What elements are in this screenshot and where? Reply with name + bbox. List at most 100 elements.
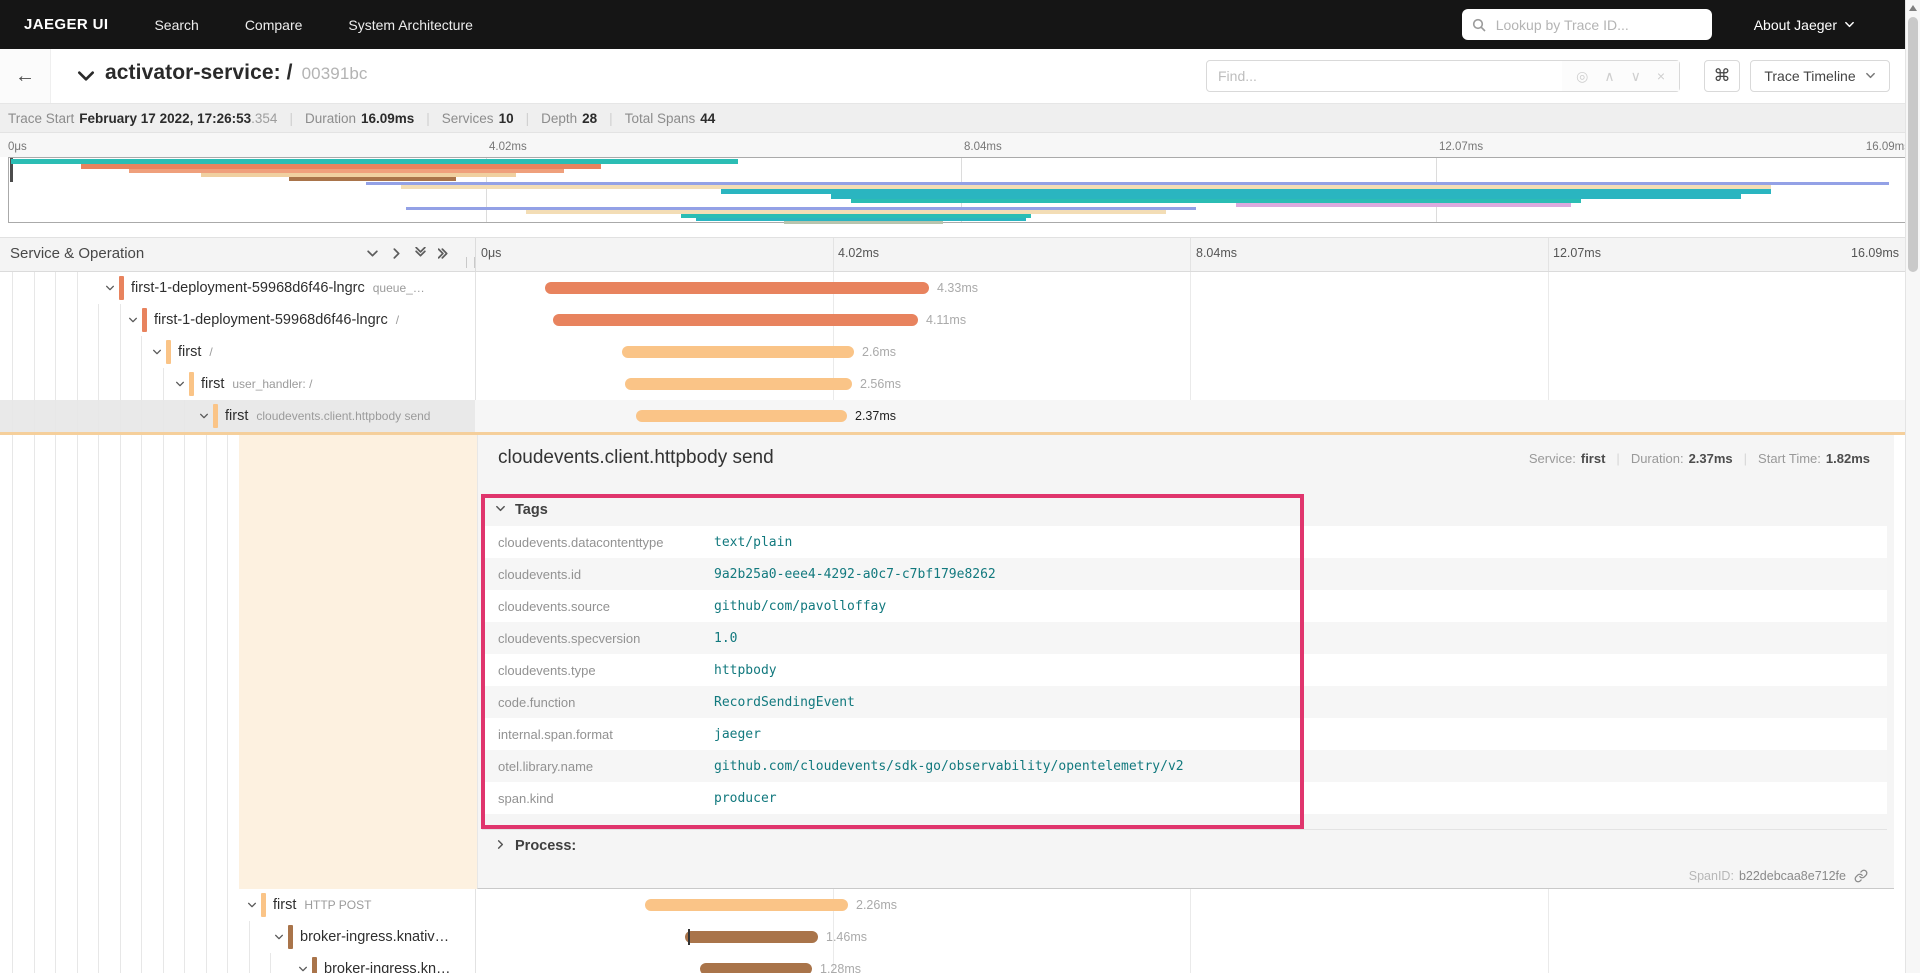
service-name: first (225, 408, 249, 424)
about-jaeger-menu[interactable]: About Jaeger (1754, 17, 1855, 33)
nav-item-search[interactable]: Search (154, 17, 198, 33)
span-duration-label: 2.6ms (862, 345, 897, 359)
chevron-down-icon[interactable] (274, 932, 284, 942)
prev-match-icon[interactable]: ∧ (1604, 68, 1614, 85)
trace-minimap[interactable] (8, 157, 1911, 224)
service-name: broker-ingress.kn… (324, 961, 451, 973)
scrollbar-thumb[interactable] (1908, 17, 1918, 272)
indent-guide (184, 435, 185, 889)
tag-row[interactable]: cloudevents.type httpbody (482, 654, 1887, 686)
span-duration-label: 1.46ms (826, 930, 867, 944)
chevron-down-icon[interactable] (105, 283, 115, 293)
tag-row[interactable]: cloudevents.id 9a2b25a0-eee4-4292-a0c7-c7… (482, 558, 1887, 590)
detail-meta-item: Duration: 2.37ms (1630, 451, 1733, 466)
tag-row[interactable]: code.function RecordSendingEvent (482, 686, 1887, 718)
process-section-header[interactable]: Process: (482, 829, 1887, 861)
scroll-to-match-icon[interactable]: ◎ (1576, 68, 1588, 85)
service-name: first (178, 344, 202, 360)
collapse-all-icon[interactable] (414, 247, 427, 260)
chevron-down-icon (1865, 68, 1876, 84)
tag-row[interactable]: internal.span.format jaeger (482, 718, 1887, 750)
chevron-down-icon[interactable] (298, 964, 308, 973)
span-bar[interactable] (545, 282, 929, 294)
timeline-gridline (1548, 238, 1549, 271)
trace-collapse-chevron-down-icon[interactable] (76, 66, 96, 91)
find-controls: ◎ ∧ ∨ × (1562, 61, 1679, 91)
trace-id-search-box[interactable] (1461, 9, 1712, 40)
detail-meta-item: Start Time: 1.82ms (1758, 451, 1870, 466)
service-color-indicator (119, 276, 124, 300)
next-match-icon[interactable]: ∨ (1631, 68, 1641, 85)
trace-id-search-input[interactable] (1493, 15, 1702, 34)
tag-value: 1.0 (714, 630, 738, 646)
nav-item-system-architecture[interactable]: System Architecture (348, 17, 473, 33)
span-bar[interactable] (553, 314, 918, 326)
tag-row[interactable]: span.kind producer (482, 782, 1887, 814)
detail-left-gutter (0, 435, 477, 889)
back-button[interactable]: ← (0, 49, 51, 103)
indent-guide (205, 435, 207, 889)
service-operation-header: Service & Operation (10, 245, 145, 262)
operation-name: queue_… (372, 281, 425, 295)
span-bar[interactable] (700, 963, 812, 973)
chevron-down-icon[interactable] (247, 900, 257, 910)
trace-summary-bar: Trace Start February 17 2022, 17:26:53.35… (0, 104, 1905, 133)
chevron-down-icon[interactable] (199, 411, 209, 421)
trace-header: ← activator-service: /00391bc ◎ ∧ ∨ × ⌘ … (0, 49, 1905, 104)
timeline-tick-label: 12.07ms (1553, 246, 1601, 260)
service-color-indicator (288, 925, 293, 949)
expand-all-icon[interactable] (438, 247, 451, 260)
span-row[interactable]: first / 2.6ms (0, 336, 1905, 368)
span-row[interactable]: first user_handler: / 2.56ms (0, 368, 1905, 400)
summary-item: Duration 16.09ms (304, 110, 415, 126)
chevron-down-icon[interactable] (152, 347, 162, 357)
span-row[interactable]: broker-ingress.knativ… 1.46ms (0, 921, 1905, 953)
link-icon[interactable] (1854, 869, 1868, 883)
indent-guide (119, 435, 121, 889)
tag-row[interactable]: otel.library.name github.com/cloudevents/… (482, 750, 1887, 782)
span-bar[interactable] (636, 410, 847, 422)
operation-name: / (209, 345, 213, 359)
span-detail-region: cloudevents.client.httpbody send Service… (0, 435, 1920, 889)
span-bar[interactable] (625, 378, 852, 390)
tag-row[interactable]: cloudevents.specversion 1.0 (482, 622, 1887, 654)
tag-value: text/plain (714, 534, 793, 550)
tag-value: github.com/cloudevents/sdk-go/observabil… (714, 758, 1184, 774)
find-input[interactable] (1207, 61, 1563, 91)
service-color-indicator (261, 893, 266, 917)
tag-key: cloudevents.source (498, 598, 611, 614)
column-divider[interactable] (475, 238, 476, 271)
span-bar[interactable] (645, 899, 848, 911)
span-duration-label: 4.11ms (926, 313, 967, 327)
tag-row[interactable]: cloudevents.datacontenttype text/plain (482, 526, 1887, 558)
expand-one-icon[interactable] (390, 247, 403, 260)
span-bar[interactable] (622, 346, 854, 358)
tag-key: code.function (498, 694, 576, 710)
collapse-one-icon[interactable] (366, 247, 379, 260)
span-detail-meta: Service: first | Duration: 2.37ms | Start Time… (1529, 451, 1870, 466)
app-logo[interactable]: JAEGER UI (24, 16, 108, 33)
span-row[interactable]: broker-ingress.kn… 1.28ms (0, 953, 1905, 973)
span-row[interactable]: first-1-deployment-59968d6f46-lngrc queue… (0, 272, 1905, 304)
chevron-down-icon[interactable] (128, 315, 138, 325)
tags-section-header[interactable]: Tags (482, 494, 1887, 526)
span-row[interactable]: first HTTP POST 2.26ms (0, 889, 1905, 921)
clear-find-icon[interactable]: × (1657, 68, 1665, 84)
span-row[interactable]: first cloudevents.client.httpbody send 2.3… (0, 400, 1905, 432)
span-row[interactable]: first-1-deployment-59968d6f46-lngrc / 4.11… (0, 304, 1905, 336)
timeline-gridline (1190, 238, 1191, 271)
column-resize-grip[interactable] (466, 257, 475, 268)
tag-key: otel.library.name (498, 758, 594, 774)
detail-meta-item: Service: first (1528, 451, 1606, 466)
trace-view-select[interactable]: Trace Timeline (1750, 60, 1890, 92)
span-bar[interactable] (685, 931, 818, 943)
chevron-down-icon[interactable] (175, 379, 185, 389)
scrollbar-up-arrow-icon[interactable] (1909, 5, 1917, 11)
chevron-right-icon (495, 837, 506, 855)
nav-item-compare[interactable]: Compare (245, 17, 303, 33)
keyboard-shortcuts-button[interactable]: ⌘ (1704, 60, 1740, 92)
vertical-scrollbar[interactable] (1905, 0, 1920, 973)
minimap-tick-label: 8.04ms (964, 141, 1002, 153)
span-duration-label: 2.26ms (856, 898, 897, 912)
tag-row[interactable]: cloudevents.source github/com/pavolloffay (482, 590, 1887, 622)
